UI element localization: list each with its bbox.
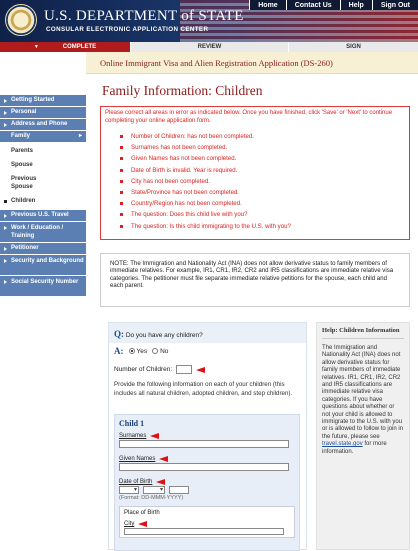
error-flag-icon — [138, 521, 148, 527]
sidebar-item-family[interactable]: Family ▸ — [0, 131, 86, 142]
error-flag-icon — [196, 366, 206, 373]
number-of-children-input[interactable] — [176, 365, 193, 374]
surnames-label-row: Surnames — [119, 433, 295, 439]
child-title: Child 1 — [119, 419, 145, 428]
dob-year-input[interactable] — [168, 486, 189, 494]
sidebar-item-parents[interactable]: Parents — [0, 147, 86, 155]
ceac-subtitle: CONSULAR ELECTRONIC APPLICATION CENTER — [46, 26, 209, 33]
dob-inputs — [119, 486, 295, 494]
dob-label: Date of Birth — [119, 479, 153, 485]
sidebar-item-spouse[interactable]: Spouse — [0, 161, 86, 169]
site-banner: U.S. DEPARTMENT of STATE CONSULAR ELECTR… — [0, 0, 418, 42]
form-title: Online Immigrant Visa and Alien Registra… — [86, 52, 418, 74]
department-title: U.S. DEPARTMENT of STATE — [44, 8, 244, 24]
step-complete-label: COMPLETE — [62, 44, 97, 50]
no-label: No — [160, 347, 169, 355]
provide-instructions: Provide the following information on eac… — [114, 381, 293, 397]
error-intro: Please correct all areas in error as ind… — [105, 110, 393, 124]
error-item: Country/Region has not been completed. — [120, 198, 405, 209]
home-link[interactable]: Home — [249, 0, 285, 10]
page-title: Family Information: Children — [102, 83, 263, 98]
sidebar-item-address-phone[interactable]: Address and Phone — [0, 119, 86, 130]
error-summary: Please correct all areas in error as ind… — [100, 106, 410, 240]
dob-format-hint: (Format: DD-MMM-YYYY) — [119, 495, 184, 501]
city-input[interactable] — [124, 528, 284, 535]
progress-steps: ▼ COMPLETE REVIEW SIGN — [0, 42, 418, 52]
sign-out-link[interactable]: Sign Out — [371, 0, 418, 10]
place-of-birth-group: Place of Birth City — [119, 506, 295, 538]
help-text: The Immigration and Nationality Act (INA… — [322, 345, 404, 440]
surnames-input[interactable] — [119, 440, 289, 448]
place-of-birth-label: Place of Birth — [124, 510, 160, 516]
error-item: Date of Birth is invalid. Year is requir… — [120, 165, 405, 176]
sidebar-item-social-security[interactable]: Social Security Number — [0, 276, 86, 296]
sidebar-item-previous-us-travel[interactable]: Previous U.S. Travel — [0, 210, 86, 221]
error-flag-icon — [159, 456, 169, 462]
state-department-seal-icon — [5, 4, 37, 36]
ina-note: NOTE: The Immigration and Nationality Ac… — [100, 253, 410, 307]
error-item: Number of Children: has not been complet… — [120, 131, 405, 142]
number-of-children-label: Number of Children: — [114, 366, 173, 373]
child-1-section: Child 1 Surnames Given Names Date of Bir… — [114, 414, 300, 551]
sidebar-item-work-education[interactable]: Work / Education / Training — [0, 222, 86, 242]
question-header: Q: Do you have any children? — [109, 323, 306, 343]
question-marker: Q: — [114, 329, 124, 339]
question-text: Do you have any children? — [125, 332, 203, 339]
top-links: Home Contact Us Help Sign Out — [249, 0, 418, 10]
answer-marker: A: — [114, 346, 124, 356]
error-item: City has not been completed. — [120, 176, 405, 187]
error-item: The question: Is this child immigrating … — [120, 221, 405, 232]
step-complete[interactable]: ▼ COMPLETE — [0, 42, 130, 52]
help-body: The Immigration and Nationality Act (INA… — [322, 345, 404, 456]
sidebar-item-children[interactable]: Children — [0, 197, 86, 205]
city-label-row: City — [124, 521, 290, 527]
sidebar-item-security-background[interactable]: Security and Background — [0, 255, 86, 275]
given-names-label: Given Names — [119, 456, 156, 462]
sidebar-item-family-label: Family — [11, 133, 31, 139]
step-review[interactable]: REVIEW — [130, 42, 288, 52]
help-link[interactable]: Help — [339, 0, 372, 10]
step-sign-label: SIGN — [346, 44, 361, 50]
sidebar: Getting Started Personal Address and Pho… — [0, 95, 86, 297]
sidebar-item-petitioner[interactable]: Petitioner — [0, 243, 86, 254]
given-names-input[interactable] — [119, 463, 289, 471]
chevron-down-icon: ▼ — [33, 44, 39, 50]
dob-month-select[interactable] — [142, 486, 165, 494]
error-list: Number of Children: has not been complet… — [105, 131, 405, 232]
error-item: State/Province has not been completed. — [120, 187, 405, 198]
yes-label: Yes — [136, 347, 148, 355]
number-of-children-row: Number of Children: — [114, 365, 206, 374]
travel-state-gov-link[interactable]: travel.state.gov — [322, 441, 363, 447]
answer-row: A: Yes No — [114, 346, 168, 356]
sidebar-top-spacer — [0, 52, 86, 74]
sidebar-item-personal[interactable]: Personal — [0, 107, 86, 118]
city-label: City — [124, 521, 135, 527]
given-names-label-row: Given Names — [119, 456, 295, 462]
error-flag-icon — [156, 479, 166, 485]
no-radio[interactable] — [152, 348, 159, 354]
dob-label-row: Date of Birth — [119, 479, 295, 485]
error-item: Given Names has not been completed. — [120, 153, 405, 164]
error-item: The question: Does this child live with … — [120, 209, 405, 220]
yes-radio[interactable] — [128, 348, 135, 354]
surnames-label: Surnames — [119, 433, 147, 439]
sidebar-item-previous-spouse[interactable]: Previous Spouse — [0, 175, 50, 191]
dob-day-select[interactable] — [119, 486, 139, 494]
question-panel: Q: Do you have any children? A: Yes No N… — [108, 322, 307, 551]
error-flag-icon — [150, 433, 160, 439]
step-review-label: REVIEW — [197, 44, 222, 50]
step-sign[interactable]: SIGN — [288, 42, 418, 52]
chevron-right-icon: ▸ — [78, 133, 82, 139]
sidebar-item-getting-started[interactable]: Getting Started — [0, 95, 86, 106]
help-title: Help: Children Information — [322, 327, 404, 339]
error-item: Surnames has not been completed. — [120, 142, 405, 153]
contact-us-link[interactable]: Contact Us — [285, 0, 340, 10]
help-panel: Help: Children Information The Immigrati… — [316, 322, 410, 550]
